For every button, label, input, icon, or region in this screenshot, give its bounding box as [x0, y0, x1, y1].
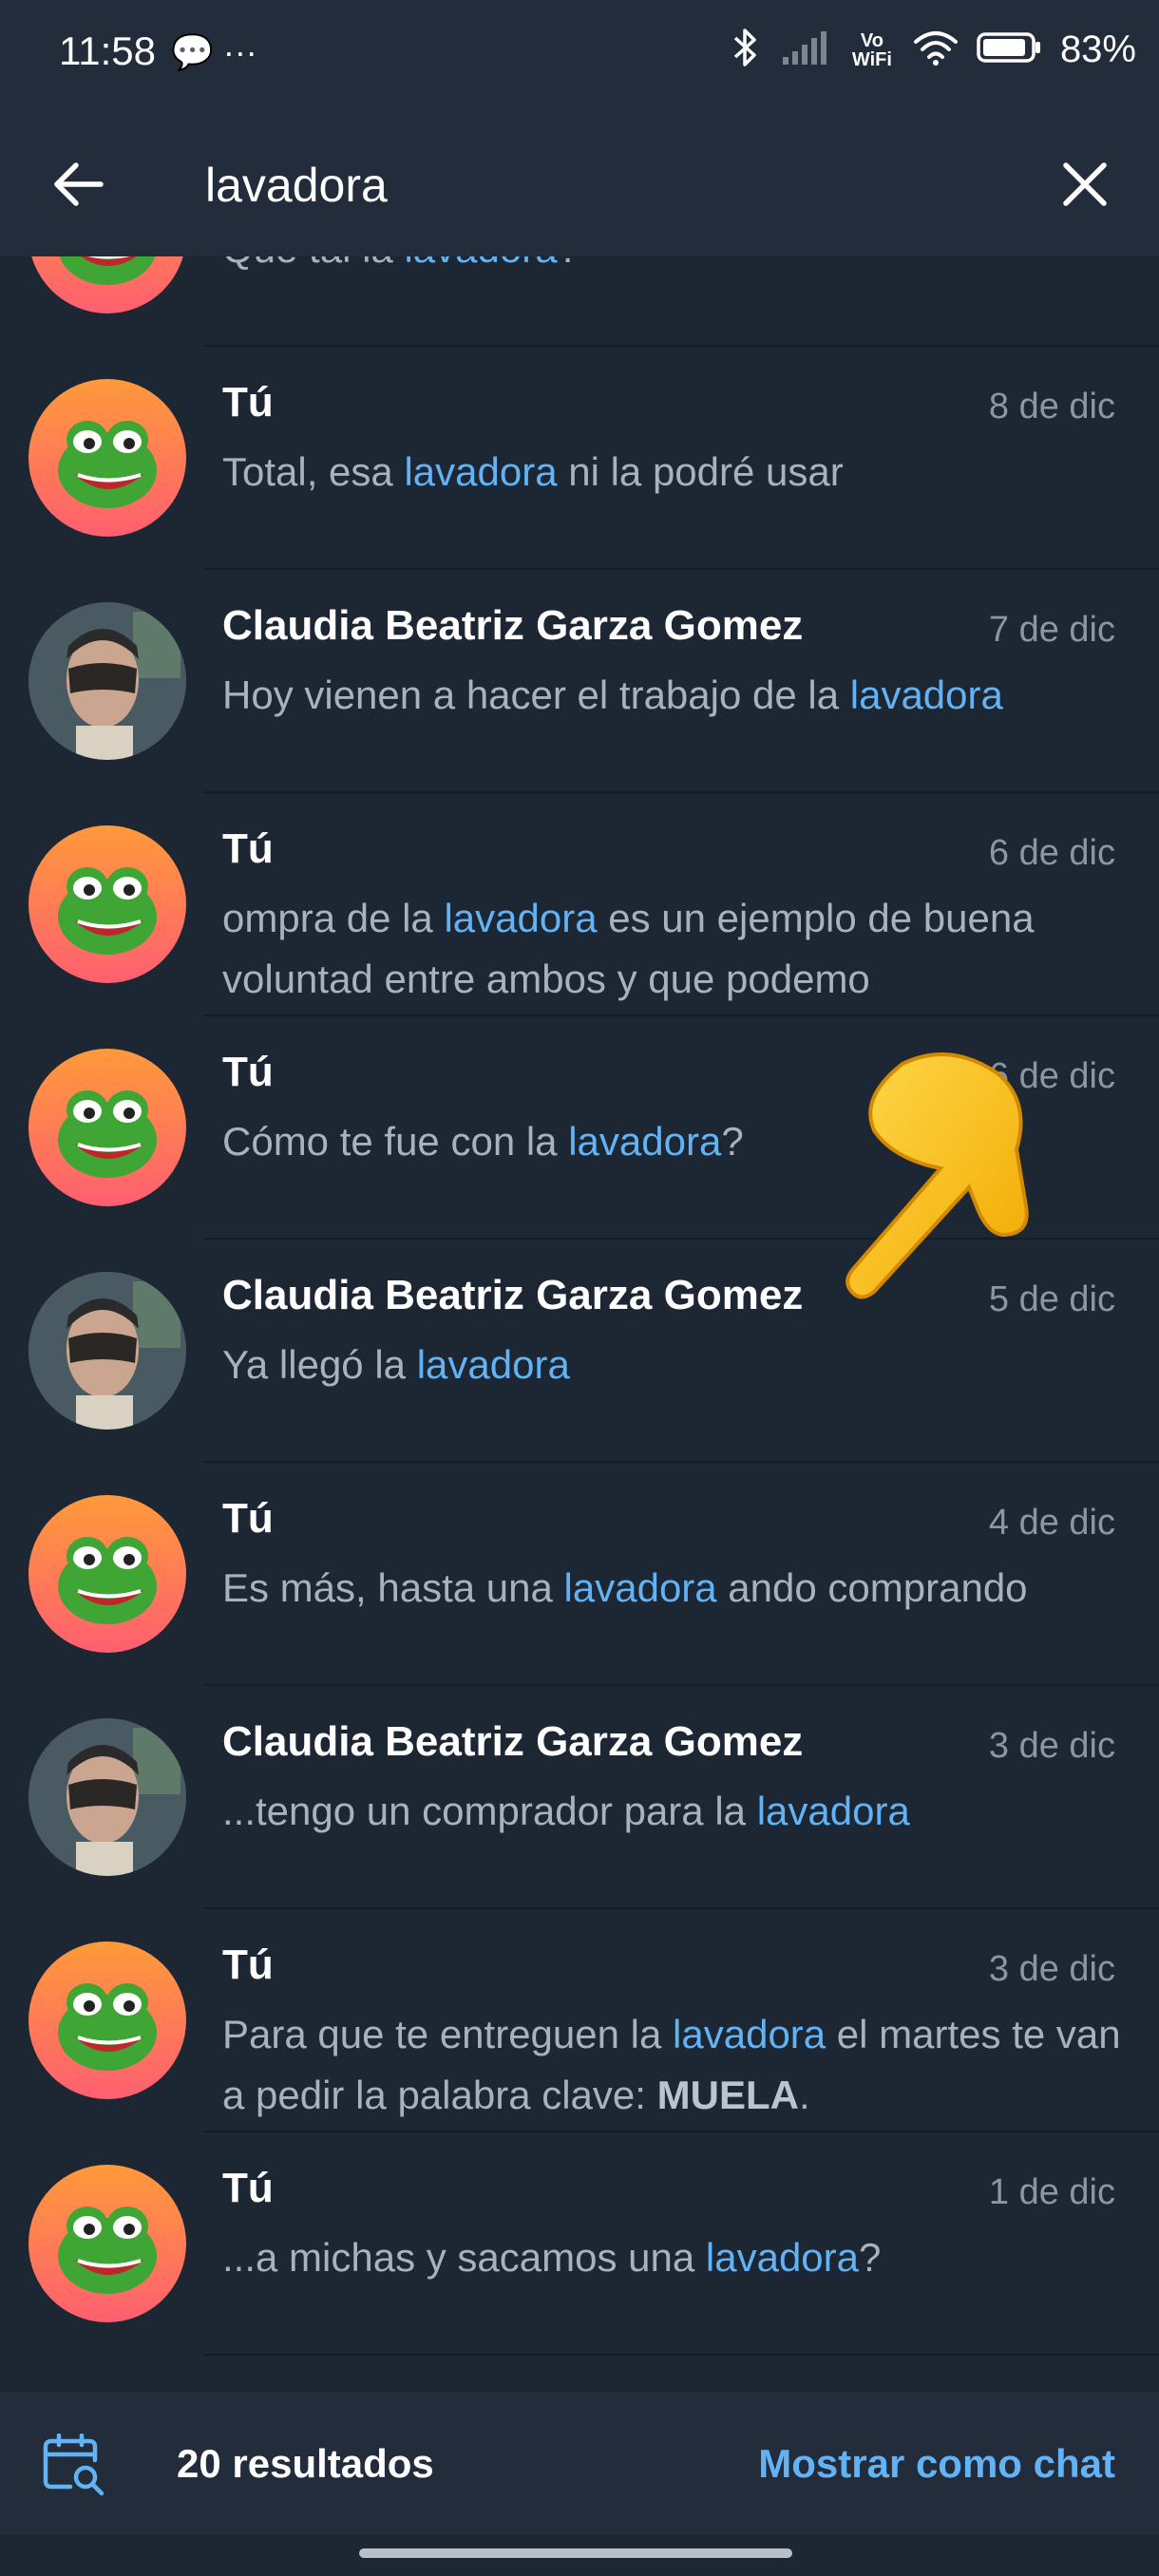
message-snippet: ...tengo un comprador para la lavadora [222, 1781, 1125, 1842]
search-highlight: lavadora [404, 449, 558, 494]
sender-name: Tú [222, 379, 274, 426]
snippet-text: ...tengo un comprador para la [222, 1789, 757, 1833]
message-date: 6 de dic [988, 833, 1115, 873]
result-row[interactable]: Tú 3 de dic Para que te entreguen la lavad… [0, 1909, 1159, 2132]
status-time: 11:58 [59, 28, 156, 73]
results-footer: 20 resultados Mostrar como chat [0, 2392, 1159, 2534]
message-date: 3 de dic [988, 1726, 1115, 1766]
message-date: 7 de dic [988, 610, 1115, 650]
message-snippet: ...a michas y sacamos una lavadora? [222, 2227, 1125, 2288]
message-date: 1 de dic [988, 2172, 1115, 2212]
battery-percent: 83% [1059, 28, 1136, 70]
snippet-text: ...a michas y sacamos una [222, 2235, 706, 2280]
snippet-text: ? [558, 256, 580, 271]
result-row[interactable]: Claudia Beatriz Garza Gomez 3 de dic ...te… [0, 1686, 1159, 1909]
search-highlight: lavadora [444, 896, 598, 940]
sender-name: Tú [222, 1049, 274, 1095]
clear-search-button[interactable] [1051, 150, 1119, 218]
message-date: 8 de dic [988, 387, 1115, 426]
message-snippet: Total, esa lavadora ni la podré usar [222, 442, 1125, 502]
back-button[interactable] [44, 150, 112, 218]
search-highlight: lavadora [756, 1789, 910, 1833]
avatar-photo[interactable] [28, 602, 186, 760]
sender-name: Claudia Beatriz Garza Gomez [222, 602, 804, 649]
snippet-text: Ya llegó la [222, 1342, 417, 1387]
message-snippet: Que tal la lavadora? [222, 256, 1125, 279]
avatar-photo[interactable] [28, 1718, 186, 1876]
snippet-text: Que tal la [222, 256, 404, 271]
avatar-frog[interactable] [28, 2165, 186, 2322]
snippet-text: ni la podré usar [557, 449, 844, 494]
status-bar: 11:58 💬 ··· Vo WiFi 83% [0, 0, 1159, 112]
result-row[interactable]: Tú 1 de dic ...a michas y sacamos una lava… [0, 2132, 1159, 2356]
calendar-search-icon[interactable] [42, 2433, 104, 2496]
snippet-text: . [798, 2073, 810, 2117]
sender-name: Claudia Beatriz Garza Gomez [222, 1718, 804, 1765]
search-highlight: lavadora [404, 256, 557, 271]
avatar-frog[interactable] [28, 379, 186, 537]
results-count: 20 resultados [177, 2441, 434, 2486]
snippet-text: ? [859, 2235, 882, 2280]
sender-name: Tú [222, 1941, 274, 1988]
result-row[interactable]: Tú 8 de dic Total, esa lavadora ni la podr… [0, 347, 1159, 570]
message-snippet: ompra de la lavadora es un ejemplo de bu… [222, 888, 1125, 1010]
snippet-text: Total, esa [222, 449, 405, 494]
snippet-text: ompra de la [222, 896, 445, 940]
avatar-frog[interactable] [28, 256, 186, 313]
vowifi-icon: Vo WiFi [851, 29, 892, 70]
sender-name: Tú [222, 1495, 274, 1542]
snippet-text: Cómo te fue con la [222, 1119, 569, 1164]
message-snippet: Es más, hasta una lavadora ando comprand… [222, 1558, 1125, 1619]
pointing-hand-emoji [836, 1045, 1045, 1301]
message-snippet: Ya llegó la lavadora [222, 1335, 1125, 1395]
result-row[interactable]: Tú 6 de dic ompra de la lavadora es un eje… [0, 793, 1159, 1016]
snippet-text: MUELA [656, 2073, 799, 2117]
snippet-text: Para que te entreguen la [222, 2012, 674, 2056]
avatar-photo[interactable] [28, 1272, 186, 1430]
avatar-frog[interactable] [28, 1495, 186, 1653]
snippet-text: ? [721, 1119, 744, 1164]
message-snippet: Para que te entreguen la lavadora el mar… [222, 2004, 1125, 2126]
result-row[interactable]: Que tal la lavadora? [0, 256, 1159, 347]
search-highlight: lavadora [416, 1342, 570, 1387]
snippet-text: Hoy vienen a hacer el trabajo de la [222, 672, 850, 717]
search-results-list[interactable]: Que tal la lavadora? Tú 8 de dic Total, esa… [0, 256, 1159, 2392]
message-date: 3 de dic [988, 1949, 1115, 1989]
show-as-chat-button[interactable]: Mostrar como chat [758, 2441, 1115, 2487]
sender-name: Tú [222, 2165, 274, 2211]
avatar-frog[interactable] [28, 1941, 186, 2099]
message-snippet: Hoy vienen a hacer el trabajo de la lava… [222, 665, 1125, 726]
avatar-frog[interactable] [28, 825, 186, 983]
result-row[interactable]: Tú 4 de dic Es más, hasta una lavadora and… [0, 1463, 1159, 1686]
search-highlight: lavadora [563, 1565, 717, 1610]
signal-icon [781, 28, 832, 71]
search-header [0, 112, 1159, 256]
search-highlight: lavadora [849, 672, 1003, 717]
battery-icon [977, 28, 1043, 71]
arrow-left-icon [54, 162, 104, 206]
sender-name: Tú [222, 825, 274, 872]
snippet-text: ando comprando [716, 1565, 1028, 1610]
search-highlight: lavadora [705, 2235, 859, 2280]
sender-name: Claudia Beatriz Garza Gomez [222, 1272, 804, 1318]
avatar-frog[interactable] [28, 1049, 186, 1206]
status-right-icons: Vo WiFi 83% [726, 27, 1136, 73]
row-divider [203, 2354, 1159, 2356]
notification-icons: 💬 ··· [171, 32, 257, 71]
search-highlight: lavadora [673, 2012, 826, 2056]
snippet-text: Es más, hasta una [222, 1565, 564, 1610]
search-input[interactable] [203, 152, 1005, 218]
close-icon [1063, 162, 1107, 206]
search-highlight: lavadora [568, 1119, 722, 1164]
message-date: 4 de dic [988, 1503, 1115, 1543]
bluetooth-icon [726, 27, 764, 73]
wifi-icon [912, 28, 960, 71]
gesture-nav-handle[interactable] [359, 2548, 792, 2558]
result-row[interactable]: Claudia Beatriz Garza Gomez 7 de dic Hoy v… [0, 570, 1159, 793]
